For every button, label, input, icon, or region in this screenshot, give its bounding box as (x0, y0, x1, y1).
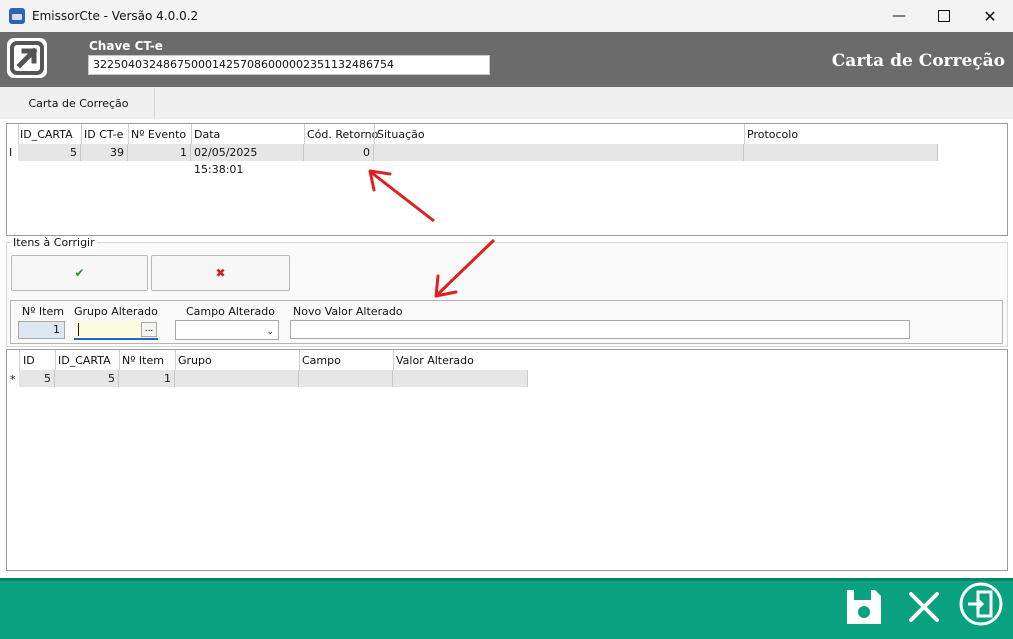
col-cod-retorno[interactable]: Cód. Retorno (307, 128, 378, 141)
chave-cte-input[interactable]: 3225040324867500014257086000002351132486… (88, 55, 490, 75)
novo-valor-input[interactable] (290, 320, 910, 339)
novo-valor-label: Novo Valor Alterado (293, 305, 403, 318)
col-campo[interactable]: Campo (302, 354, 341, 367)
minimize-icon: — (892, 8, 906, 24)
save-icon (847, 590, 881, 624)
col-id-carta[interactable]: ID_CARTA (58, 354, 111, 367)
cell-id-cte[interactable]: 39 (81, 144, 128, 161)
cell-campo[interactable] (299, 370, 393, 387)
row-indicator: I (9, 146, 13, 159)
cell-cod-retorno[interactable]: 0 (304, 144, 374, 161)
cell-n-item[interactable]: 1 (119, 370, 175, 387)
exit-button[interactable] (958, 581, 1004, 627)
app-icon (9, 8, 25, 24)
col-n-evento[interactable]: Nº Evento (131, 128, 186, 141)
n-item-label: Nº Item (22, 305, 64, 318)
col-data[interactable]: Data (194, 128, 220, 141)
chevron-down-icon: ⌄ (266, 327, 274, 337)
cell-data[interactable]: 02/05/2025 15:38:01 (191, 144, 304, 176)
col-id-carta[interactable]: ID_CARTA (20, 128, 73, 141)
check-icon: ✔ (74, 266, 85, 280)
text-cursor (78, 323, 79, 336)
grupo-alterado-label: Grupo Alterado (74, 305, 158, 318)
minimize-button[interactable]: — (876, 0, 922, 32)
close-icon (909, 592, 939, 622)
cell-id-carta[interactable]: 5 (18, 144, 81, 161)
col-n-item[interactable]: Nº Item (122, 354, 164, 367)
col-grupo[interactable]: Grupo (178, 354, 212, 367)
campo-alterado-select[interactable]: ⌄ (175, 320, 279, 340)
annotation-arrow-down (434, 238, 496, 298)
exit-door-icon (959, 582, 1003, 626)
cell-valor-alterado[interactable] (393, 370, 528, 387)
n-item-input[interactable]: 1 (18, 321, 65, 339)
close-icon: ✕ (983, 6, 997, 26)
cancel-item-button[interactable]: ✖ (151, 255, 290, 291)
maximize-icon (938, 10, 950, 22)
confirm-button[interactable]: ✔ (11, 255, 148, 291)
app-logo (7, 38, 47, 78)
cell-grupo[interactable] (175, 370, 299, 387)
cell-n-evento[interactable]: 1 (128, 144, 191, 161)
grupo-lookup-button[interactable]: ... (141, 322, 157, 337)
annotation-arrow-up (368, 169, 435, 223)
row-indicator: * (10, 373, 16, 386)
eventos-grid[interactable]: ID_CARTA ID CT-e Nº Evento Data Cód. Ret… (6, 123, 1008, 236)
chave-cte-label: Chave CT-e (89, 39, 163, 53)
itens-grid[interactable]: ID ID_CARTA Nº Item Grupo Campo Valor Al… (6, 349, 1008, 571)
tab-carta-correcao[interactable]: Carta de Correção (3, 88, 155, 119)
col-valor-alterado[interactable]: Valor Alterado (396, 354, 474, 367)
close-window-button[interactable]: ✕ (967, 0, 1013, 32)
save-button[interactable] (844, 587, 884, 627)
cell-protocolo[interactable] (744, 144, 938, 161)
x-icon: ✖ (215, 266, 226, 280)
campo-alterado-label: Campo Alterado (186, 305, 275, 318)
maximize-button[interactable] (921, 0, 967, 32)
col-id[interactable]: ID (23, 354, 35, 367)
itens-group-label: Itens à Corrigir (11, 236, 97, 249)
window-title: EmissorCte - Versão 4.0.0.2 (32, 9, 199, 23)
cell-id[interactable]: 5 (19, 370, 55, 387)
cell-situacao[interactable] (374, 144, 744, 161)
col-situacao[interactable]: Situação (377, 128, 425, 141)
cell-id-carta[interactable]: 5 (55, 370, 119, 387)
col-id-cte[interactable]: ID CT-e (84, 128, 123, 141)
cancel-button[interactable] (904, 587, 944, 627)
col-protocolo[interactable]: Protocolo (747, 128, 798, 141)
page-title: Carta de Correção (831, 51, 1005, 71)
